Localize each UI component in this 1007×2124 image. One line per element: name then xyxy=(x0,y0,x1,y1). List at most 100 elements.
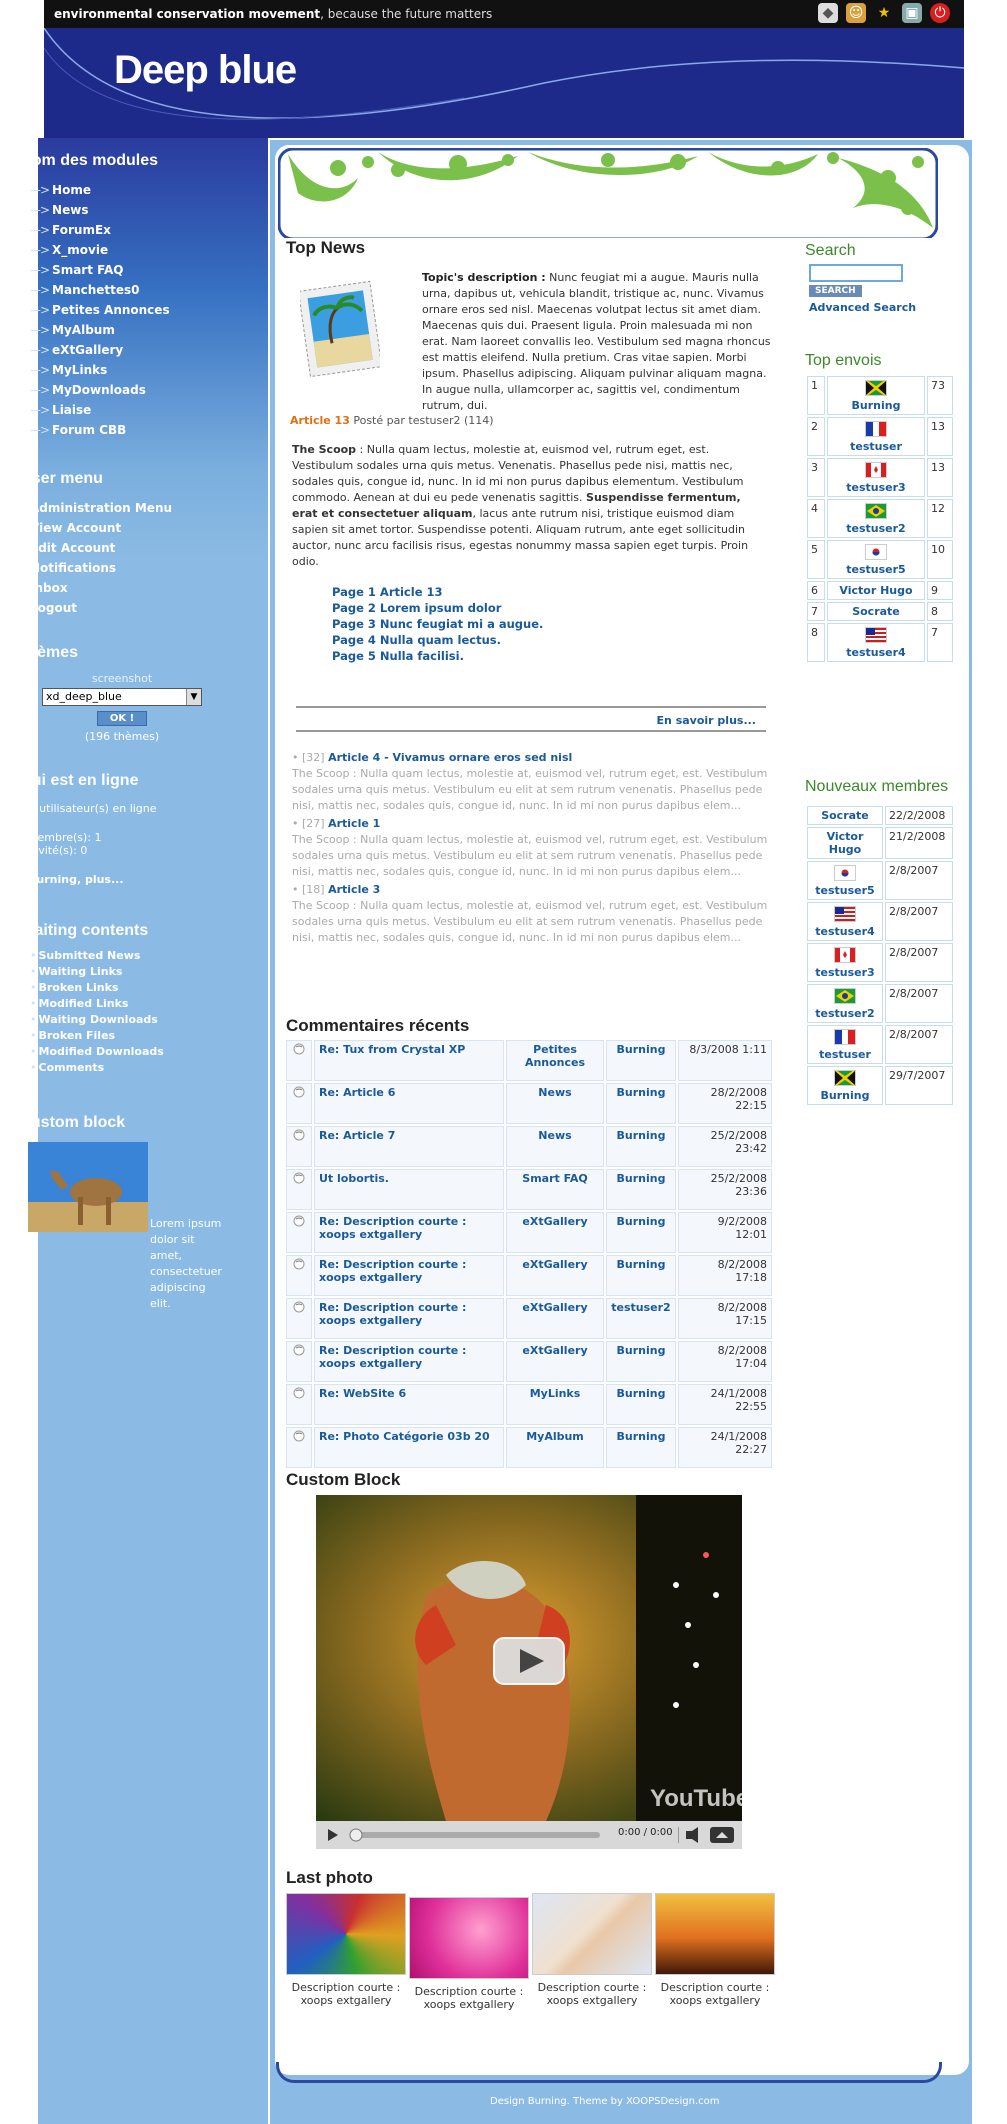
article-page-link[interactable]: Page 1 Article 13 xyxy=(332,584,543,600)
poster-name-link[interactable]: testuser2 xyxy=(846,522,905,535)
article-page-link[interactable]: Page 2 Lorem ipsum dolor xyxy=(332,600,543,616)
users-icon[interactable]: ☺ xyxy=(846,3,866,23)
module-link[interactable]: ---> Petites Annonces xyxy=(30,300,222,320)
module-link[interactable]: ---> MyDownloads xyxy=(30,380,222,400)
comment-user-link[interactable]: Burning xyxy=(606,1083,676,1124)
comment-module-link[interactable]: Smart FAQ xyxy=(506,1169,604,1210)
poster-cell[interactable]: Socrate xyxy=(827,602,925,621)
user-menu-link[interactable]: Edit Account xyxy=(30,538,222,558)
search-input[interactable] xyxy=(809,264,903,282)
comment-title-link[interactable]: Re: Photo Catégorie 03b 20 xyxy=(314,1427,504,1468)
poster-cell[interactable]: testuser2 xyxy=(827,499,925,538)
user-menu-link[interactable]: Administration Menu xyxy=(30,498,222,518)
user-menu-link[interactable]: View Account xyxy=(30,518,222,538)
member-cell[interactable]: Burning xyxy=(807,1066,883,1105)
more-link[interactable]: En savoir plus... xyxy=(657,714,756,727)
poster-cell[interactable]: testuser5 xyxy=(827,540,925,579)
module-link[interactable]: ---> X_movie xyxy=(30,240,222,260)
comment-user-link[interactable]: Burning xyxy=(606,1040,676,1081)
play-icon[interactable] xyxy=(494,1638,564,1684)
article-page-link[interactable]: Page 4 Nulla quam lectus. xyxy=(332,632,543,648)
advanced-search-link[interactable]: Advanced Search xyxy=(809,301,955,314)
photo-item[interactable]: Description courte : xoops extgallery xyxy=(532,1893,652,2011)
article-page-link[interactable]: Page 5 Nulla facilisi. xyxy=(332,648,543,664)
theme-select[interactable]: xd_deep_blue ▼ xyxy=(42,688,202,706)
module-link[interactable]: ---> MyLinks xyxy=(30,360,222,380)
member-name-link[interactable]: Burning xyxy=(821,1089,870,1102)
poster-name-link[interactable]: testuser4 xyxy=(846,646,905,659)
comment-module-link[interactable]: eXtGallery xyxy=(506,1212,604,1253)
user-menu-link[interactable]: Notifications xyxy=(30,558,222,578)
member-cell[interactable]: testuser5 xyxy=(807,861,883,900)
comment-user-link[interactable]: Burning xyxy=(606,1212,676,1253)
monitor-icon[interactable]: ▣ xyxy=(902,3,922,23)
member-name-link[interactable]: testuser4 xyxy=(815,925,874,938)
comment-title-link[interactable]: Ut lobortis. xyxy=(314,1169,504,1210)
comment-user-link[interactable]: Burning xyxy=(606,1384,676,1425)
article-link[interactable]: Article 13 xyxy=(290,414,350,427)
member-name-link[interactable]: testuser3 xyxy=(815,966,874,979)
photo-thumbnail[interactable] xyxy=(532,1893,652,1975)
photo-item[interactable]: Description courte : xoops extgallery xyxy=(409,1893,529,2011)
member-name-link[interactable]: testuser xyxy=(819,1048,871,1061)
user-menu-link[interactable]: Logout xyxy=(30,598,222,618)
older-article-link[interactable]: Article 3 xyxy=(328,883,380,896)
site-logo[interactable]: Deep blue xyxy=(114,48,297,93)
poster-cell[interactable]: testuser4 xyxy=(827,623,925,662)
photo-item[interactable]: Description courte : xoops extgallery xyxy=(286,1893,406,2011)
poster-name-link[interactable]: Victor Hugo xyxy=(839,584,912,597)
comment-title-link[interactable]: Re: WebSite 6 xyxy=(314,1384,504,1425)
comment-title-link[interactable]: Re: Article 6 xyxy=(314,1083,504,1124)
waiting-link[interactable]: • Broken Links xyxy=(30,980,222,996)
comment-title-link[interactable]: Re: Description courte : xoops extgaller… xyxy=(314,1212,504,1253)
member-name-link[interactable]: Socrate xyxy=(821,809,869,822)
comment-module-link[interactable]: eXtGallery xyxy=(506,1255,604,1296)
module-link[interactable]: ---> Manchettes0 xyxy=(30,280,222,300)
comment-user-link[interactable]: Burning xyxy=(606,1169,676,1210)
comment-title-link[interactable]: Re: Description courte : xoops extgaller… xyxy=(314,1341,504,1382)
star-icon[interactable]: ★ xyxy=(874,3,894,23)
photo-thumbnail[interactable] xyxy=(655,1893,775,1975)
online-who-link[interactable]: Burning, plus... xyxy=(22,873,222,886)
module-link[interactable]: ---> MyAlbum xyxy=(30,320,222,340)
comment-module-link[interactable]: MyAlbum xyxy=(506,1427,604,1468)
comment-title-link[interactable]: Re: Article 7 xyxy=(314,1126,504,1167)
photo-thumbnail[interactable] xyxy=(409,1897,529,1979)
theme-ok-button[interactable]: OK ! xyxy=(96,711,148,726)
comment-user-link[interactable]: Burning xyxy=(606,1255,676,1296)
user-menu-link[interactable]: Inbox xyxy=(30,578,222,598)
photo-item[interactable]: Description courte : xoops extgallery xyxy=(655,1893,775,2011)
member-cell[interactable]: testuser xyxy=(807,1025,883,1064)
module-link[interactable]: ---> eXtGallery xyxy=(30,340,222,360)
poster-name-link[interactable]: Burning xyxy=(852,399,901,412)
module-link[interactable]: ---> Smart FAQ xyxy=(30,260,222,280)
home-icon[interactable]: ◆ xyxy=(818,3,838,23)
waiting-link[interactable]: • Submitted News xyxy=(30,948,222,964)
module-link[interactable]: ---> Forum CBB xyxy=(30,420,222,440)
waiting-link[interactable]: • Waiting Downloads xyxy=(30,1012,222,1028)
comment-module-link[interactable]: News xyxy=(506,1083,604,1124)
comment-user-link[interactable]: testuser2 xyxy=(606,1298,676,1339)
power-icon[interactable]: ⏻ xyxy=(930,3,950,23)
member-name-link[interactable]: Victor Hugo xyxy=(827,830,864,856)
member-cell[interactable]: testuser2 xyxy=(807,984,883,1023)
member-name-link[interactable]: testuser2 xyxy=(815,1007,874,1020)
comment-module-link[interactable]: Petites Annonces xyxy=(506,1040,604,1081)
module-link[interactable]: ---> ForumEx xyxy=(30,220,222,240)
poster-name-link[interactable]: testuser xyxy=(850,440,902,453)
module-link[interactable]: ---> News xyxy=(30,200,222,220)
module-link[interactable]: ---> Liaise xyxy=(30,400,222,420)
older-article-link[interactable]: Article 1 xyxy=(328,817,380,830)
poster-name-link[interactable]: Socrate xyxy=(852,605,900,618)
comment-module-link[interactable]: News xyxy=(506,1126,604,1167)
member-cell[interactable]: testuser4 xyxy=(807,902,883,941)
member-name-link[interactable]: testuser5 xyxy=(815,884,874,897)
article-page-link[interactable]: Page 3 Nunc feugiat mi a augue. xyxy=(332,616,543,632)
comment-title-link[interactable]: Re: Description courte : xoops extgaller… xyxy=(314,1255,504,1296)
video-player[interactable]: 0:00 / 0:00 YouTube xyxy=(316,1495,749,1849)
comment-title-link[interactable]: Re: Tux from Crystal XP xyxy=(314,1040,504,1081)
poster-cell[interactable]: Victor Hugo xyxy=(827,581,925,600)
member-cell[interactable]: Victor Hugo xyxy=(807,827,883,859)
poster-name-link[interactable]: testuser5 xyxy=(846,563,905,576)
waiting-link[interactable]: • Modified Downloads xyxy=(30,1044,222,1060)
